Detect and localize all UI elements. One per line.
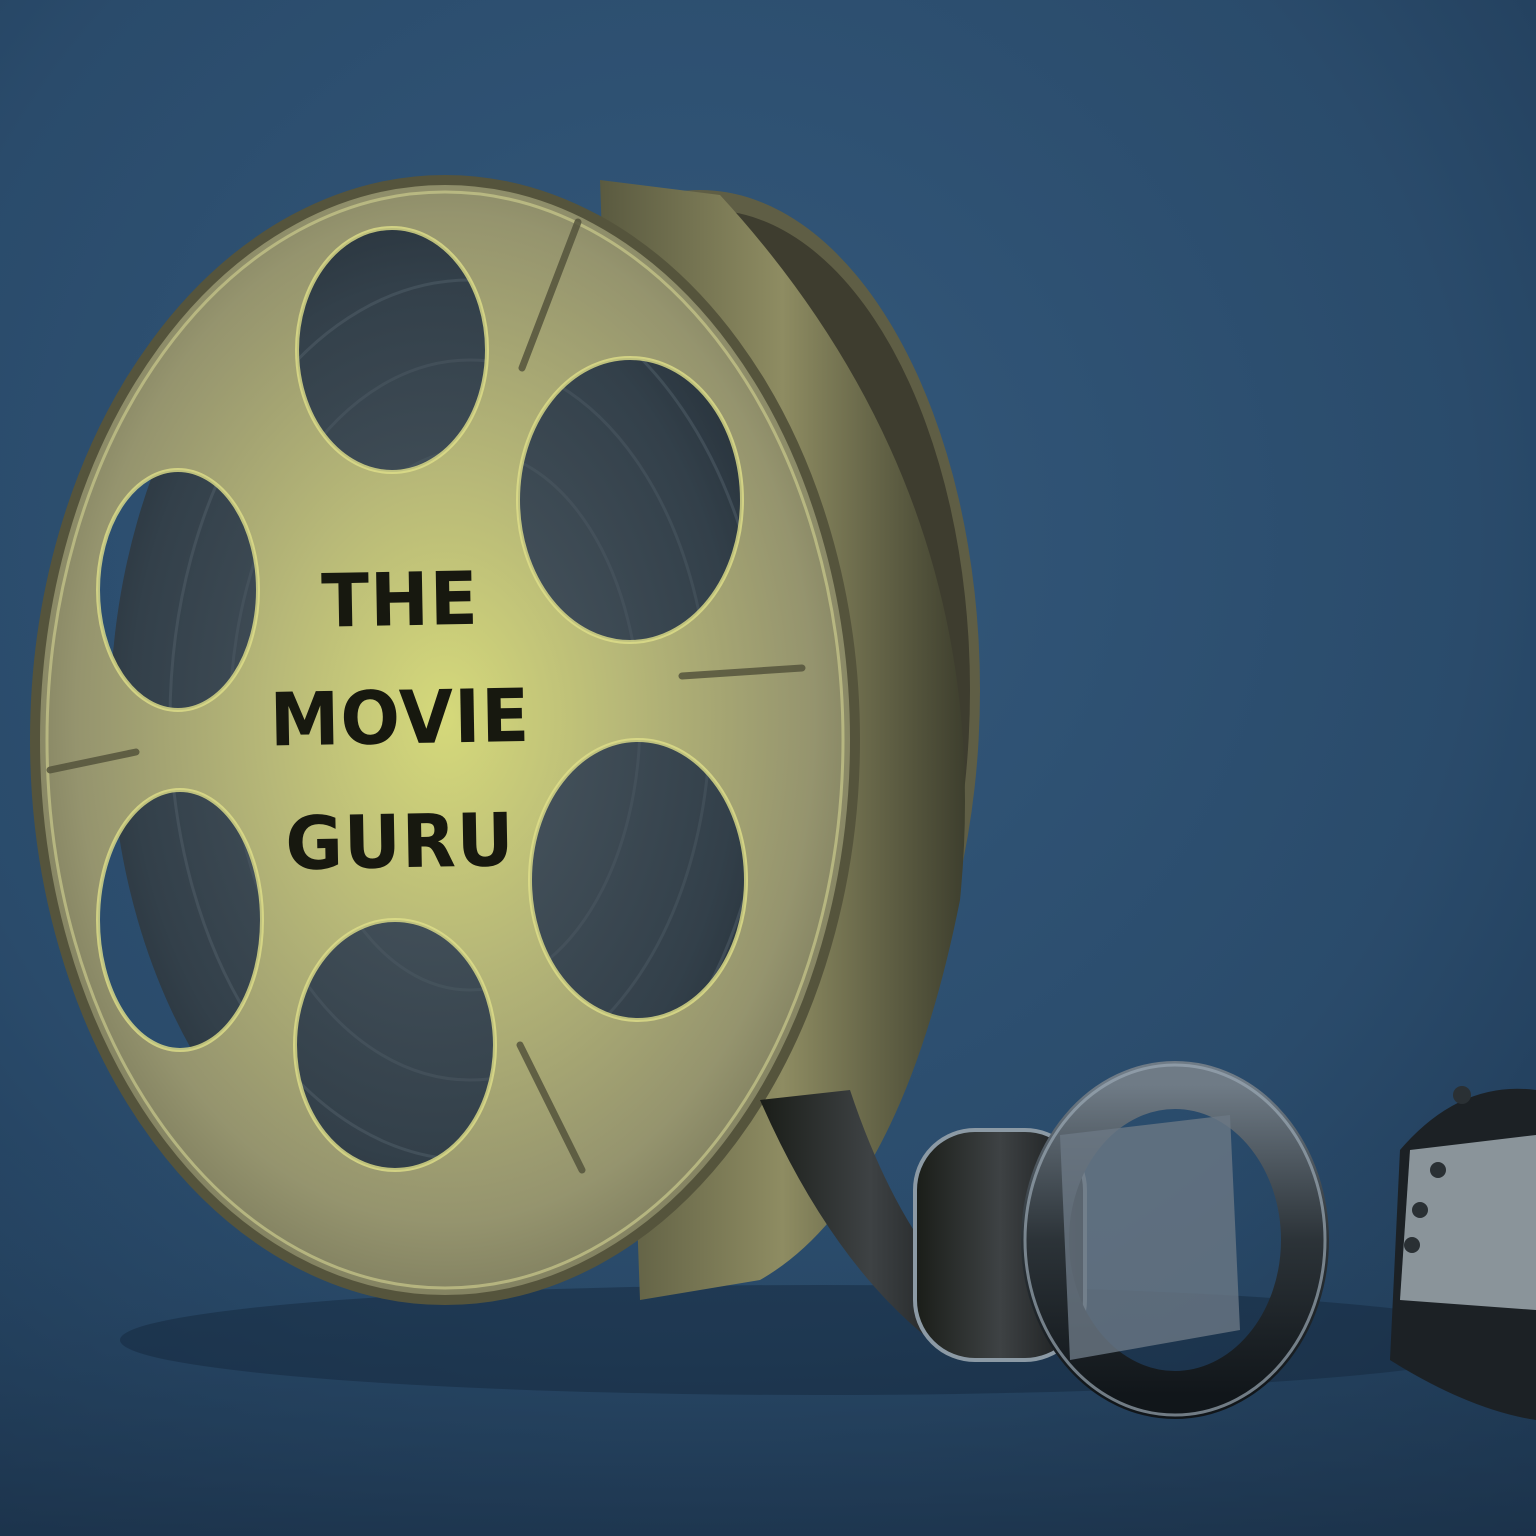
reel-label-line-guru: GURU: [284, 796, 516, 888]
film-reel-illustration: [0, 0, 1536, 1536]
reel-label-line-movie: MOVIE: [269, 672, 531, 764]
film-reel-scene: THE MOVIE GURU: [0, 0, 1536, 1536]
reel-label-line-the: THE: [320, 555, 480, 645]
